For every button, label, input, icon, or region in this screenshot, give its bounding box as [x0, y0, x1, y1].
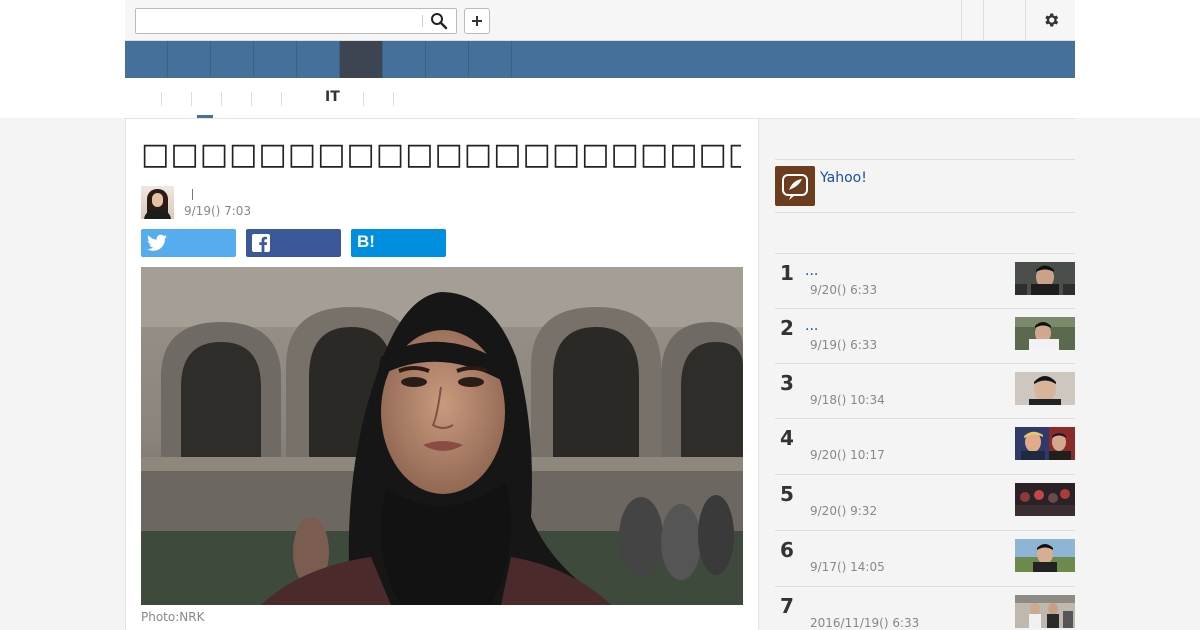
subnav-separator: [251, 92, 252, 106]
ranking-item[interactable]: 7 2016/11/19() 6:33: [775, 586, 1075, 630]
category-subnav: IT: [125, 78, 1075, 119]
subnav-item-it[interactable]: IT: [325, 89, 340, 105]
rank-thumbnail[interactable]: [1015, 262, 1075, 295]
author-separator: [192, 189, 193, 200]
article-title: □□□□□□□□□□□□□□□□□□□□□□□□□□□□□□□□□□□□□: [141, 137, 741, 172]
facebook-icon: [252, 234, 270, 252]
search-button[interactable]: [430, 12, 450, 30]
rank-number: 5: [780, 482, 794, 506]
rank-title[interactable]: ...: [805, 318, 818, 334]
rank-thumbnail[interactable]: [1015, 595, 1075, 628]
ranking-item[interactable]: 3 9/18() 10:34: [775, 363, 1075, 419]
gear-icon: [1045, 13, 1059, 27]
nav-item[interactable]: [426, 41, 469, 78]
search-box: [135, 8, 457, 34]
rank-number: 4: [780, 426, 794, 450]
author-avatar[interactable]: [141, 186, 174, 219]
rank-date: 9/18() 10:34: [810, 393, 885, 407]
ranking-item[interactable]: 2 ... 9/19() 6:33: [775, 308, 1075, 364]
facebook-share-button[interactable]: [246, 229, 341, 257]
nav-item[interactable]: [125, 41, 168, 78]
header-slot[interactable]: [983, 0, 1025, 40]
nav-item[interactable]: [254, 41, 297, 78]
nav-item-active[interactable]: [340, 41, 383, 78]
sidebar-divider: [775, 159, 1075, 160]
hatena-bookmark-button[interactable]: B!: [351, 229, 446, 257]
rank-date: 9/20() 6:33: [810, 283, 878, 297]
yahoo-author-link[interactable]: Yahoo!: [820, 170, 867, 186]
article-date: 9/19() 7:03: [184, 204, 252, 218]
rank-thumbnail[interactable]: [1015, 372, 1075, 405]
rank-thumbnail[interactable]: [1015, 539, 1075, 572]
rank-thumbnail[interactable]: [1015, 317, 1075, 350]
nav-item[interactable]: [469, 41, 512, 78]
rank-date: 9/17() 14:05: [810, 560, 885, 574]
subnav-separator: [191, 92, 192, 106]
main-nav: [125, 41, 1075, 78]
nav-item[interactable]: [211, 41, 254, 78]
rank-thumbnail[interactable]: [1015, 427, 1075, 460]
ranking-item[interactable]: 5 9/20() 9:32: [775, 474, 1075, 530]
rank-date: 9/20() 9:32: [810, 504, 878, 518]
sidebar-divider: [775, 212, 1075, 213]
rank-date: 2016/11/19() 6:33: [810, 616, 920, 630]
article-panel: □□□□□□□□□□□□□□□□□□□□□□□□□□□□□□□□□□□□□ 9/…: [125, 118, 759, 630]
rank-number: 2: [780, 316, 794, 340]
rank-date: 9/19() 6:33: [810, 338, 878, 352]
nav-item[interactable]: [383, 41, 426, 78]
rank-title[interactable]: ...: [805, 263, 818, 279]
settings-button[interactable]: [1025, 0, 1075, 40]
search-input[interactable]: [136, 9, 421, 33]
subnav-separator: [161, 92, 162, 106]
ranking-item[interactable]: 1 ... 9/20() 6:33: [775, 253, 1075, 309]
ranking-item[interactable]: 6 9/17() 14:05: [775, 530, 1075, 586]
rank-date: 9/20() 10:17: [810, 448, 885, 462]
nav-item[interactable]: [297, 41, 340, 78]
rank-thumbnail[interactable]: [1015, 483, 1075, 516]
subnav-separator: [281, 92, 282, 106]
ranking-item[interactable]: 4 9/20() 10:17: [775, 418, 1075, 474]
quill-icon: [782, 174, 808, 200]
search-separator: [422, 15, 423, 27]
subnav-separator: [221, 92, 222, 106]
site-header: [125, 0, 1075, 41]
rank-number: 7: [780, 594, 794, 618]
nav-item[interactable]: [168, 41, 211, 78]
rank-number: 6: [780, 538, 794, 562]
header-slot[interactable]: [961, 0, 983, 40]
twitter-icon: [147, 234, 167, 251]
add-button[interactable]: [464, 8, 490, 34]
hatena-bookmark-icon: B!: [357, 232, 375, 251]
rank-number: 3: [780, 371, 794, 395]
photo-credit: Photo:NRK: [141, 610, 205, 624]
yahoo-author-icon[interactable]: [775, 166, 815, 206]
rank-number: 1: [780, 261, 794, 285]
article-photo: [141, 267, 743, 605]
twitter-share-button[interactable]: [141, 229, 236, 257]
search-icon: [431, 13, 448, 30]
subnav-separator: [363, 92, 364, 106]
subnav-separator: [393, 92, 394, 106]
sidebar: Yahoo! 1 ... 9/20() 6:33 2 ... 9/19() 6:…: [759, 118, 1075, 630]
